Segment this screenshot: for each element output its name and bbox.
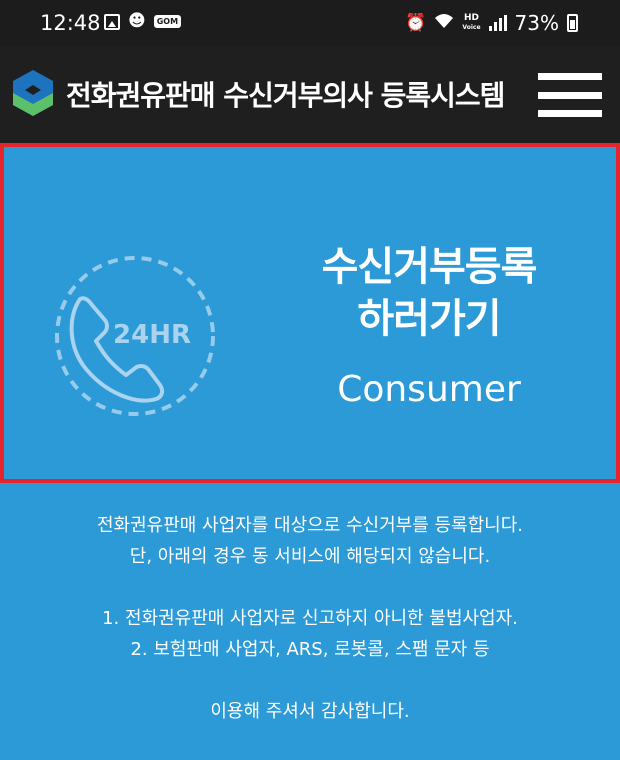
logo-icon[interactable]: [11, 68, 55, 118]
hero-title-line1: 수신거부등록: [321, 244, 538, 290]
hero-subtitle: Consumer: [337, 369, 521, 410]
gallery-icon: [104, 13, 120, 30]
gom-icon: GOM: [153, 15, 182, 28]
app-title: 전화권유판매 수신거부의사 등록시스템: [66, 79, 505, 112]
hero-title: 수신거부등록 하러가기: [304, 241, 554, 345]
status-bar: 12:48 ☻ GOM ⏰ HD Voice 73%: [0, 0, 620, 46]
badge-24hr: 24HR: [113, 320, 191, 350]
voice-label: Voice: [462, 24, 481, 31]
battery-icon: [567, 14, 578, 32]
system-icons: ⏰ HD Voice 73%: [405, 11, 578, 35]
notice-item2: 2. 보험판매 사업자, ARS, 로봇콜, 스팸 문자 등: [130, 639, 490, 660]
hd-voice-icon: HD Voice: [462, 14, 480, 32]
hd-label: HD: [463, 13, 479, 23]
consumer-register-button[interactable]: 24HR 수신거부등록 하러가기 Consumer: [0, 143, 620, 483]
hamburger-menu-icon[interactable]: [538, 73, 602, 117]
notice-text: 전화권유판매 사업자를 대상으로 수신거부를 등록합니다. 단, 아래의 경우 …: [0, 510, 620, 727]
person-icon: ☻: [128, 11, 146, 31]
menu-bar-middle: [538, 91, 602, 99]
menu-bar-bottom: [538, 110, 602, 117]
notice-item1: 1. 전화권유판매 사업자로 신고하지 아니한 불법사업자.: [102, 608, 518, 629]
notice-line1: 전화권유판매 사업자를 대상으로 수신거부를 등록합니다.: [96, 515, 524, 536]
alarm-icon: ⏰: [405, 13, 427, 33]
notice-line2: 단, 아래의 경우 동 서비스에 해당되지 않습니다.: [129, 546, 491, 567]
battery-percent: 73%: [514, 11, 559, 35]
menu-bar-top: [538, 73, 602, 80]
notice-closing: 이용해 주셔서 감사합니다.: [210, 701, 410, 722]
phone-24hr-icon: 24HR: [55, 256, 215, 416]
hero-title-line2: 하러가기: [357, 296, 501, 342]
wifi-icon: [434, 13, 454, 33]
status-time: 12:48: [40, 11, 101, 35]
notification-icons: ☻ GOM: [104, 11, 182, 31]
app-header: 전화권유판매 수신거부의사 등록시스템: [0, 46, 620, 143]
signal-icon: [488, 15, 507, 31]
